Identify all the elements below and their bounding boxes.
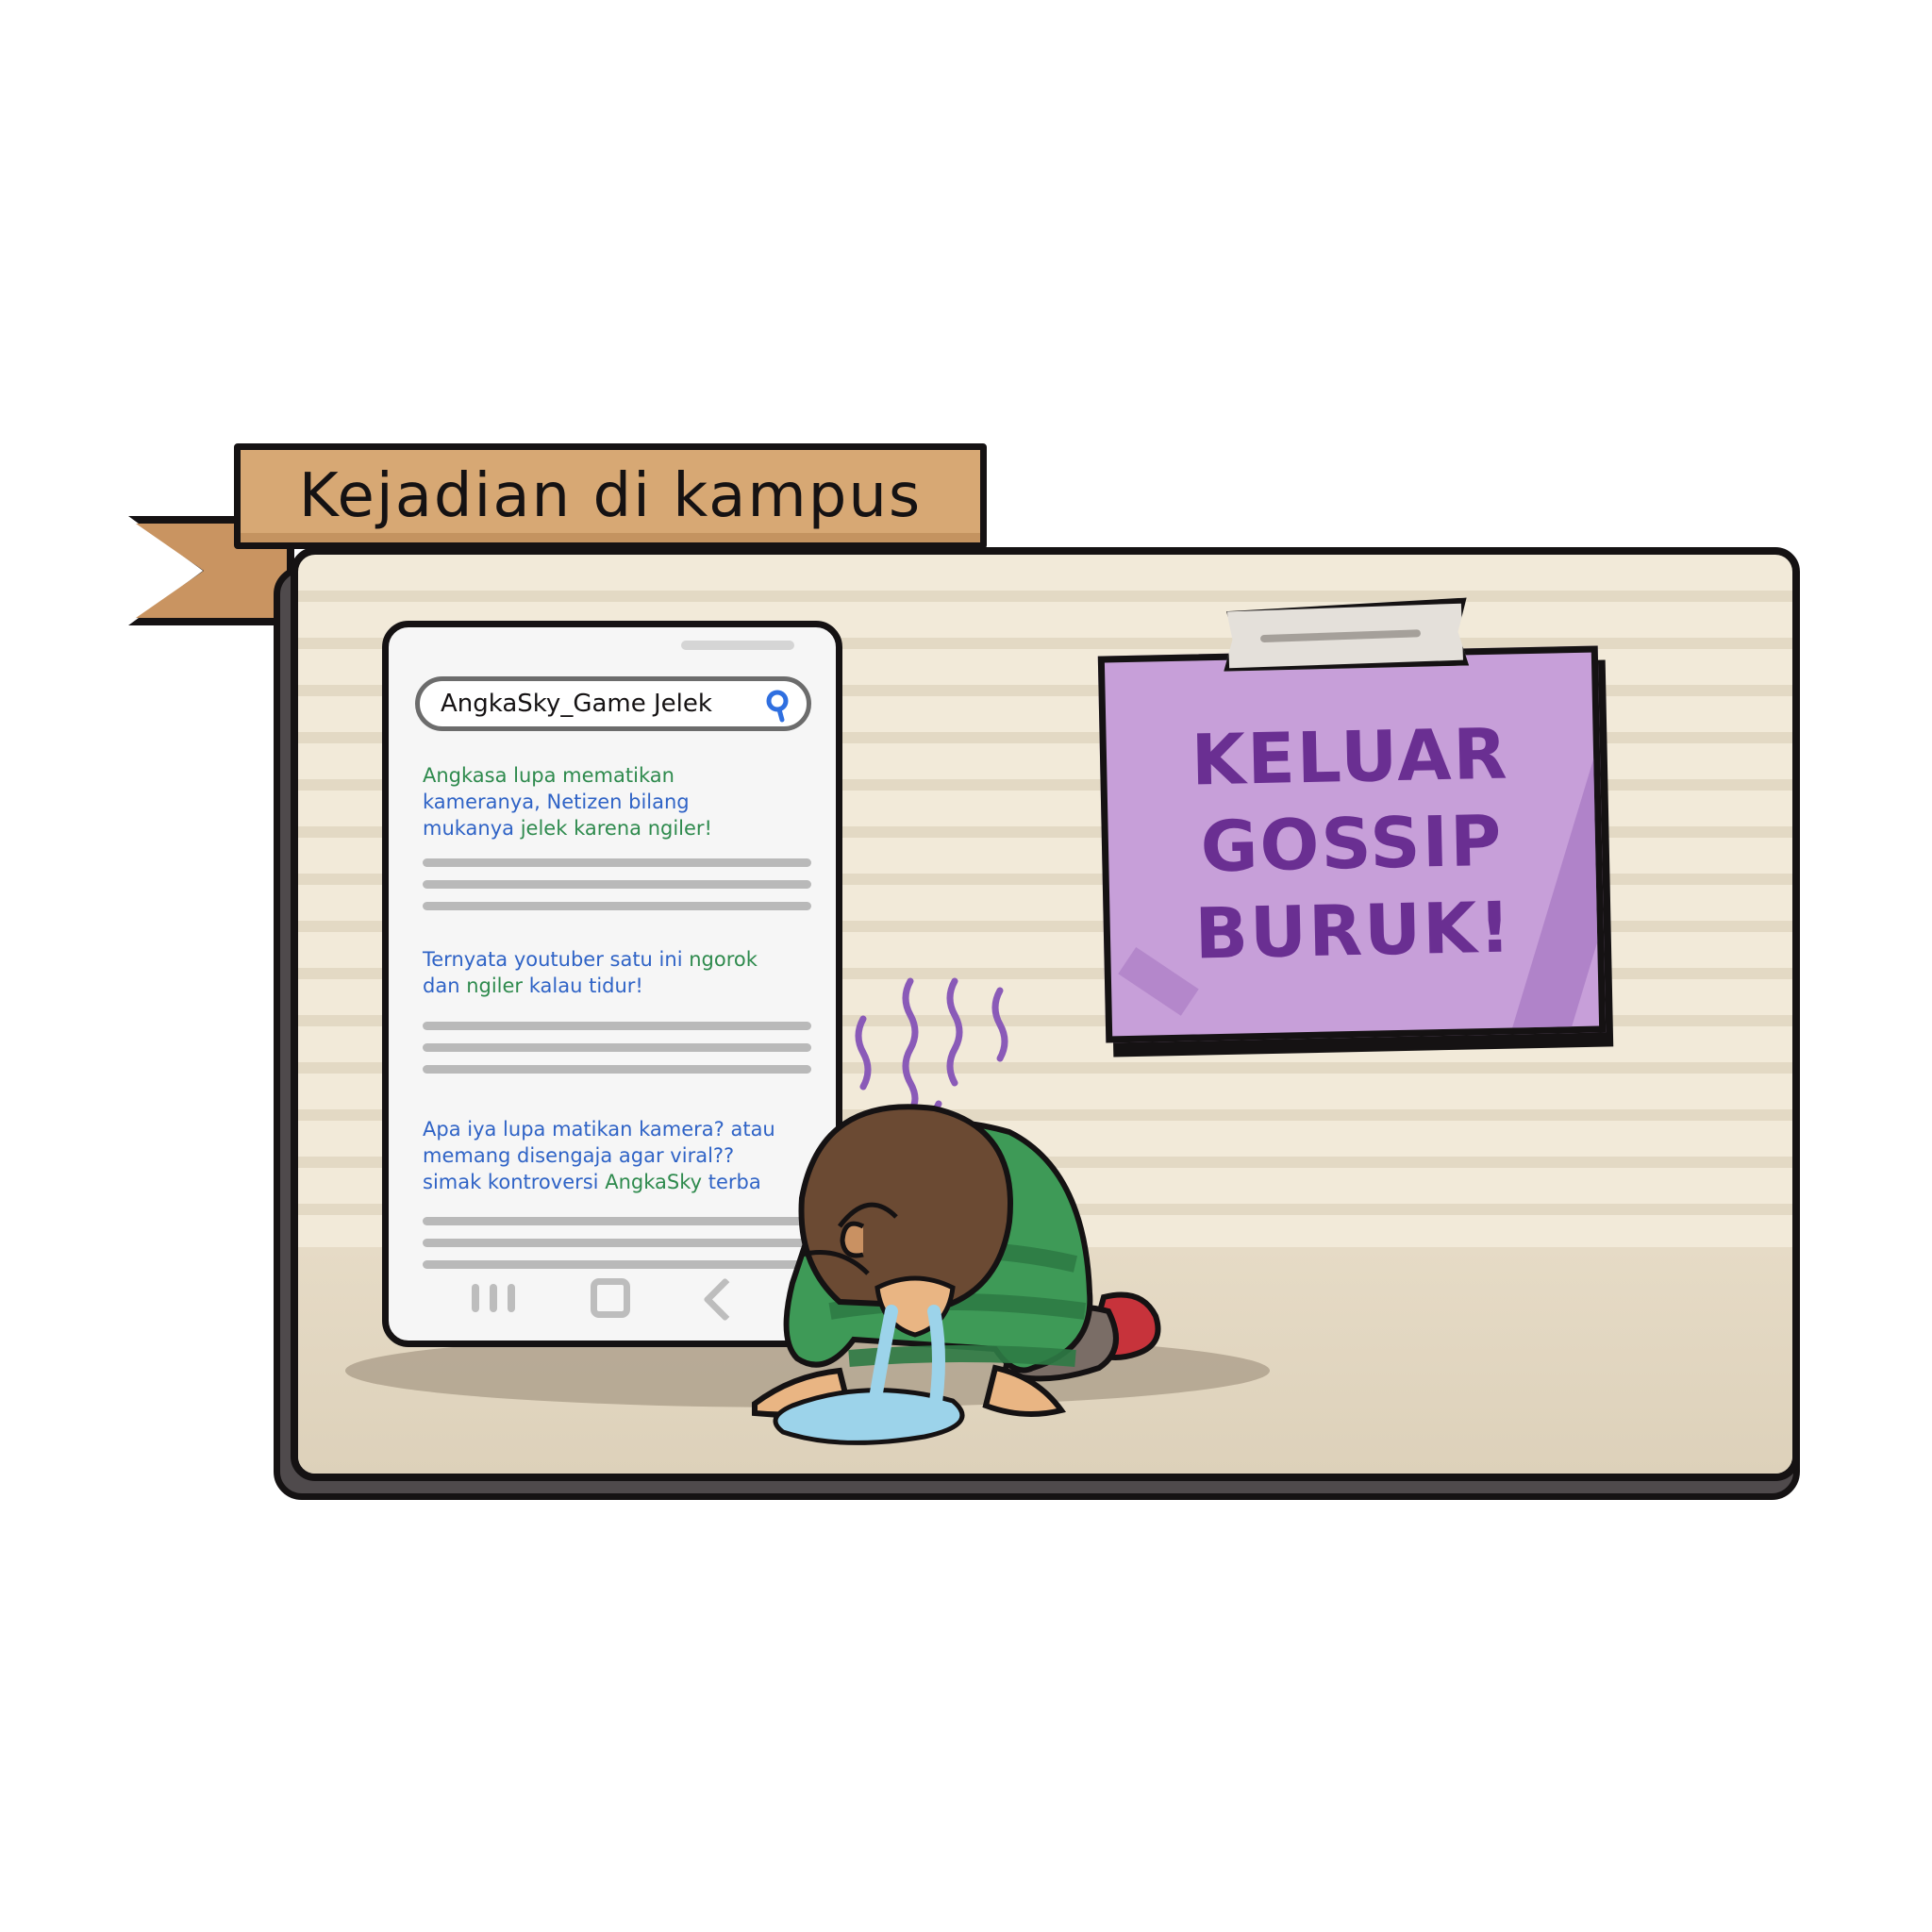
kneeling-character-illustration [752, 977, 1161, 1445]
result-2-line-2a: dan [423, 974, 467, 997]
result-2-line-2c: kalau tidur! [523, 974, 643, 997]
result-1-line-2: kameranya, Netizen bilang [423, 791, 690, 813]
note-line-1: KELUAR [1190, 713, 1510, 802]
placeholder-line [423, 880, 811, 889]
title-tag: Kejadian di kampus [234, 443, 987, 549]
note-text: KELUAR GOSSIP BURUK! [1191, 711, 1513, 978]
result-1-line-1b: lupa mematikan [507, 764, 675, 787]
search-query[interactable]: AngkaSky_Game Jelek [441, 690, 712, 718]
result-3-line-3a: simak kontroversi [423, 1171, 606, 1193]
recent-apps-icon[interactable] [472, 1284, 515, 1312]
note-line-2: GOSSIP [1199, 800, 1505, 889]
note-line-3: BURUK! [1193, 887, 1514, 975]
phone-speaker [681, 641, 794, 650]
title-text: Kejadian di kampus [298, 461, 923, 531]
result-1-line-1a: Angkasa [423, 764, 508, 787]
result-1-line-3b: jelek karena [514, 817, 648, 840]
search-icon[interactable] [763, 689, 793, 723]
placeholder-line [423, 902, 811, 910]
result-1-line-3a: mukanya [423, 817, 515, 840]
placeholder-line [423, 858, 811, 867]
home-icon[interactable] [591, 1278, 630, 1318]
result-1-line-3c: ngiler! [647, 817, 712, 840]
search-result-1[interactable]: Angkasa lupa mematikan kameranya, Netize… [423, 762, 819, 841]
search-bar[interactable]: AngkaSky_Game Jelek [415, 676, 811, 731]
result-2-line-1a: Ternyata youtuber satu ini [423, 948, 690, 971]
result-2-line-2b: ngiler [466, 974, 524, 997]
